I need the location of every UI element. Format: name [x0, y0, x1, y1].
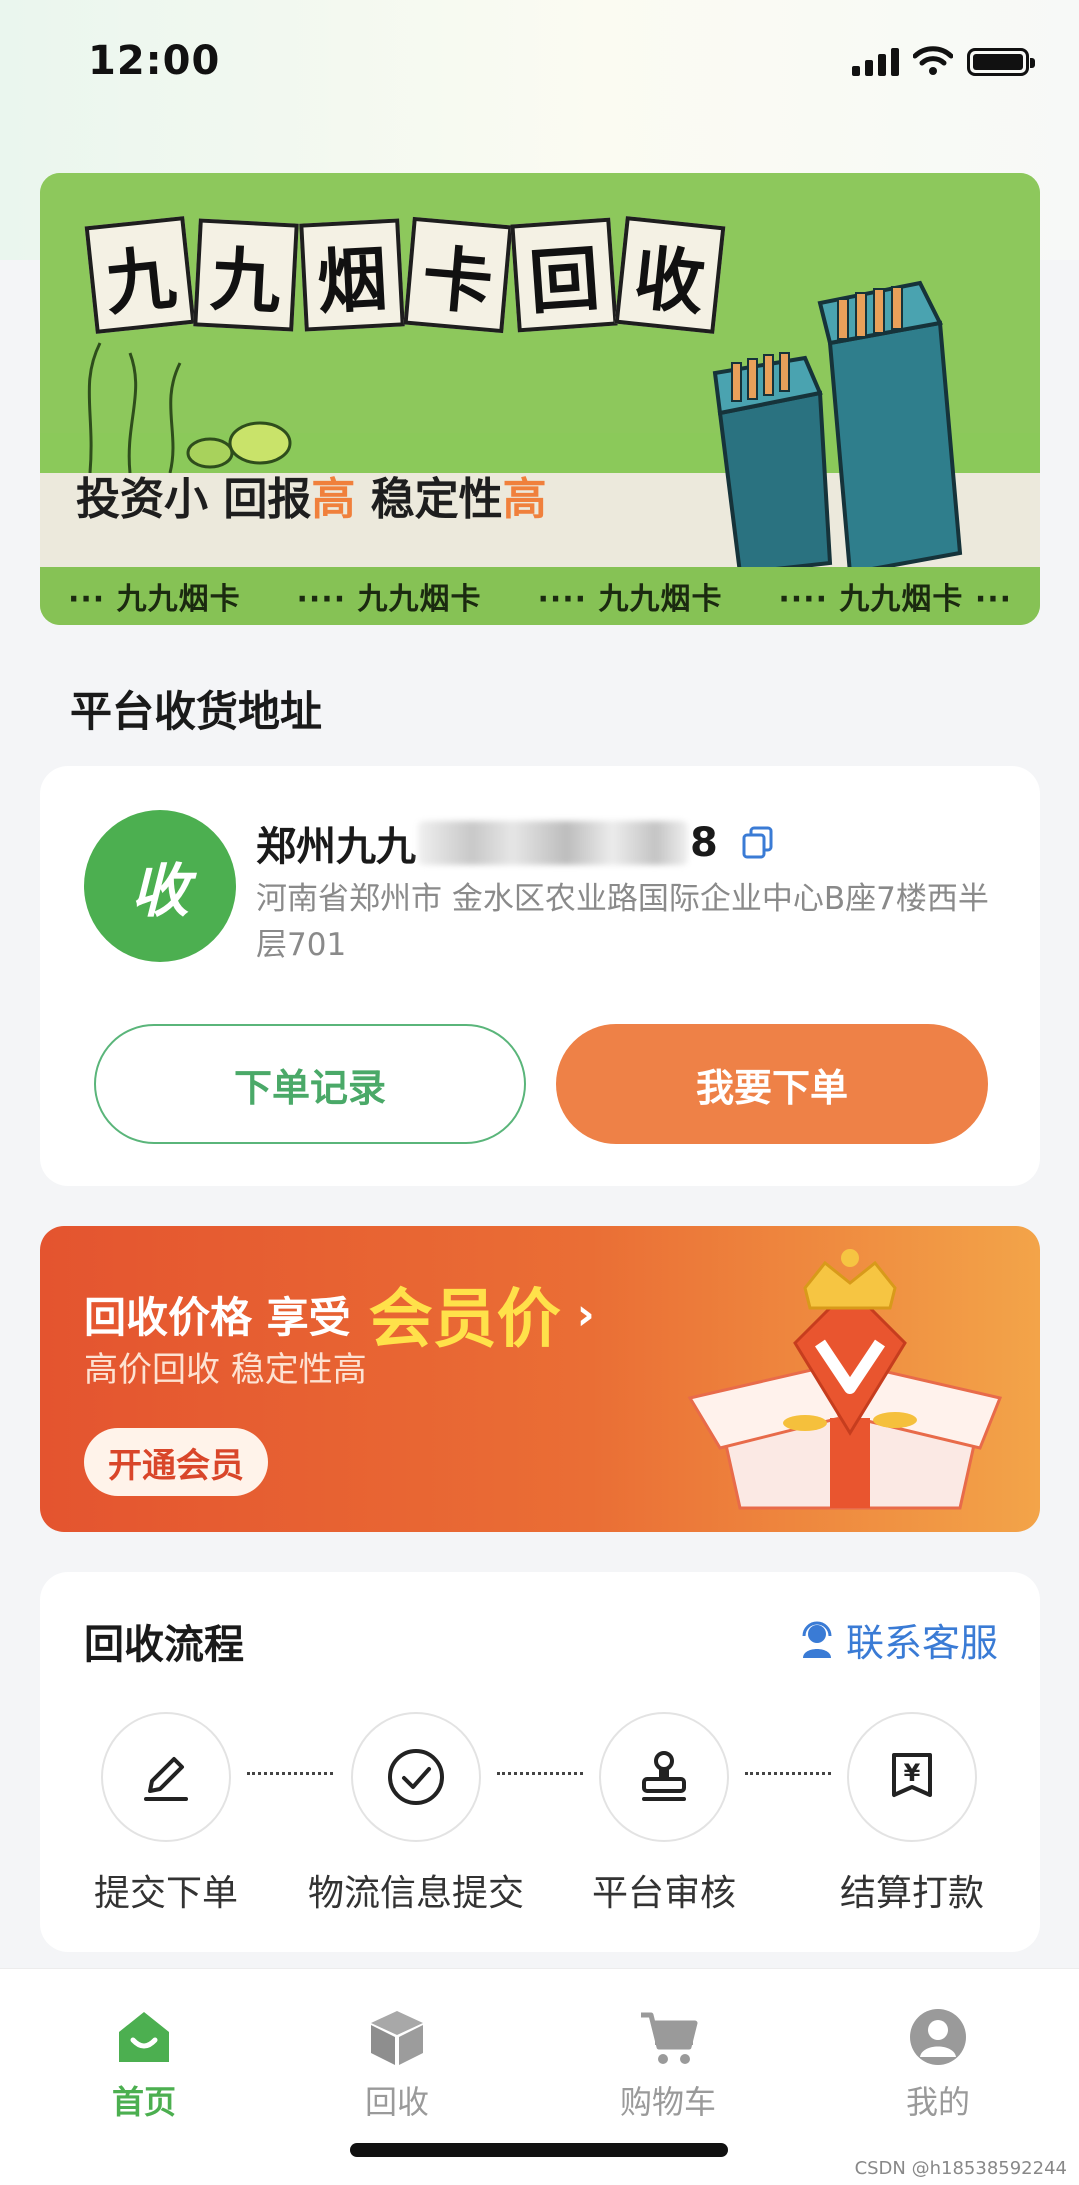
- receiver-name-prefix: 郑州九九: [256, 824, 416, 870]
- process-steps: 提交下单 物流信息提交 平台审核 ¥ 结算打款: [40, 1712, 1040, 1932]
- banner-marquee: ··· 九九烟卡 ···· 九九烟卡 ···· 九九烟卡 ···· 九九烟卡 ·…: [40, 567, 1040, 625]
- step-settlement: ¥ 结算打款: [787, 1712, 1037, 1916]
- receiver-name-suffix: 8: [690, 820, 718, 866]
- tab-label: 首页: [111, 2083, 176, 2121]
- battery-icon: [967, 48, 1035, 76]
- step-label: 物流信息提交: [307, 1873, 524, 1914]
- status-time: 12:00: [88, 38, 221, 84]
- title-char: 卡: [403, 216, 513, 334]
- cart-icon: [568, 2005, 768, 2069]
- order-history-button[interactable]: 下单记录: [94, 1024, 526, 1144]
- member-price-highlight: 会员价: [368, 1283, 561, 1357]
- step-logistics-info: 物流信息提交: [291, 1712, 541, 1916]
- member-banner[interactable]: 回收价格 享受 会员价 › 高价回收 稳定性高 开通会员: [40, 1226, 1040, 1532]
- title-char: 收: [614, 216, 726, 334]
- status-bar: 12:00: [0, 0, 1079, 130]
- home-indicator: [350, 2143, 728, 2157]
- plant-illustration: [87, 342, 292, 473]
- wifi-icon: [913, 46, 953, 75]
- title-char: 烟: [299, 218, 405, 332]
- title-char: 九: [84, 216, 196, 334]
- profile-icon: [838, 2005, 1038, 2069]
- address-section-title: 平台收货地址: [70, 687, 323, 736]
- stamp-icon: [599, 1712, 729, 1842]
- svg-text:¥: ¥: [904, 1759, 921, 1787]
- marquee-item: ···· 九九烟卡: [296, 582, 482, 617]
- receiver-address: 河南省郑州市 金水区农业路国际企业中心B座7楼西半层701: [256, 881, 989, 963]
- step-submit-order: 提交下单: [41, 1712, 291, 1916]
- tab-label: 回收: [364, 2083, 429, 2121]
- contact-service-label: 联系客服: [845, 1621, 998, 1665]
- receiver-name: 郑州九九 8: [256, 814, 718, 872]
- edit-icon: [101, 1712, 231, 1842]
- slogan-highlight: 高: [311, 474, 356, 525]
- address-card: 收 郑州九九 8 河南省郑州市 金水区农业路国际企业中心B座7楼西半层701 下…: [40, 766, 1040, 1186]
- chevron-right-icon: ›: [576, 1288, 595, 1340]
- step-platform-review: 平台审核: [539, 1712, 789, 1916]
- marquee-item: ··· 九九烟卡: [67, 582, 241, 617]
- slogan-highlight: 高: [502, 474, 547, 525]
- banner-title: 九 九 烟 卡 回 收: [84, 216, 726, 334]
- step-label: 结算打款: [839, 1873, 984, 1914]
- hero-banner[interactable]: 九 九 烟 卡 回 收 投资小 回报高 稳定性高 ··· 九九烟卡 ···· 九…: [40, 173, 1040, 625]
- watermark: CSDN @h18538592244: [854, 2158, 1067, 2179]
- slogan-text: 投资小 回报: [76, 474, 312, 525]
- step-label: 提交下单: [93, 1873, 238, 1914]
- home-icon: [44, 2005, 244, 2069]
- yuan-bill-icon: ¥: [847, 1712, 977, 1842]
- copy-icon[interactable]: [740, 824, 776, 860]
- check-circle-icon: [351, 1712, 481, 1842]
- signal-icon: [852, 46, 899, 76]
- marquee-item: ···· 九九烟卡 ···: [778, 582, 1013, 617]
- place-order-button[interactable]: 我要下单: [556, 1024, 988, 1144]
- receive-avatar: 收: [84, 810, 236, 962]
- gift-box-icon: [687, 1249, 1003, 1510]
- tab-label: 我的: [905, 2083, 970, 2121]
- slogan-text: 稳定性: [355, 474, 503, 525]
- tab-recycle[interactable]: 回收: [297, 2005, 497, 2123]
- member-headline-text: 回收价格 享受: [84, 1292, 351, 1342]
- marquee-item: ···· 九九烟卡: [537, 582, 723, 617]
- tab-cart[interactable]: 购物车: [568, 2005, 768, 2123]
- tab-profile[interactable]: 我的: [838, 2005, 1038, 2123]
- recycle-process-card: 回收流程 联系客服 提交下单 物流信息提交 平台审核 ¥ 结算打款: [40, 1572, 1040, 1952]
- member-subtitle: 高价回收 稳定性高: [84, 1350, 367, 1390]
- process-title: 回收流程: [84, 1622, 244, 1668]
- open-membership-button[interactable]: 开通会员: [84, 1428, 268, 1496]
- tab-home[interactable]: 首页: [44, 2005, 244, 2123]
- contact-service-link[interactable]: 联系客服: [798, 1612, 998, 1667]
- box-icon: [297, 2005, 497, 2069]
- step-label: 平台审核: [591, 1873, 736, 1914]
- title-char: 九: [193, 218, 299, 332]
- banner-slogan: 投资小 回报高 稳定性高: [76, 463, 547, 527]
- cigarette-pack-illustration: [712, 280, 963, 573]
- customer-service-icon: [802, 1621, 832, 1658]
- redacted-text: [418, 821, 688, 865]
- status-icons: [852, 46, 1035, 76]
- title-char: 回: [510, 217, 618, 333]
- tab-label: 购物车: [619, 2083, 716, 2121]
